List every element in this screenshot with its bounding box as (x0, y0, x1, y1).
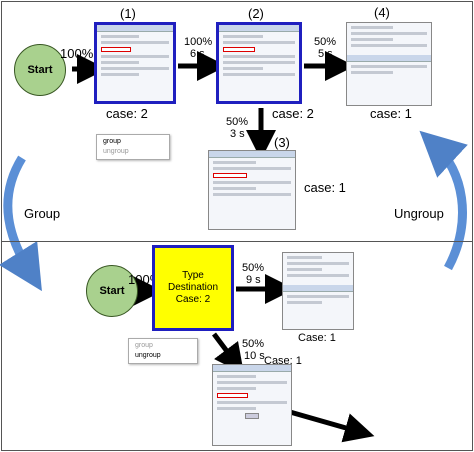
step-label-3: (3) (274, 135, 290, 150)
arrow-box-to-down (212, 332, 244, 374)
grouped-node-box: Type Destination Case: 2 (152, 245, 234, 331)
case-label-3: case: 1 (304, 180, 346, 195)
edge-time-right: 9 s (246, 274, 261, 286)
edge-pct-1-2: 100% (184, 36, 213, 48)
step-label-4: (4) (374, 5, 390, 20)
edge-pct-right: 50% (242, 262, 265, 274)
case-label-1: case: 2 (106, 106, 148, 121)
ungroup-label: Ungroup (394, 206, 444, 221)
screenshot-step-1 (94, 22, 176, 104)
edge-time-2-4: 5 s (318, 48, 333, 60)
box-line-2: Destination (167, 282, 219, 293)
start-label: Start (27, 64, 53, 76)
menu-item-ungroup[interactable]: ungroup (103, 147, 163, 157)
edge-pct-2-4: 50% (314, 36, 337, 48)
box-line-1: Type (182, 270, 204, 281)
start-node-top: Start (14, 44, 66, 96)
box-line-3: Case: 2 (175, 294, 211, 305)
screenshot-bottom-down (212, 364, 292, 446)
edge-time-down: 10 s (244, 350, 265, 362)
screenshot-step-3 (208, 150, 296, 230)
edge-pct-down: 50% (242, 338, 265, 350)
menu-item-group[interactable]: group (103, 137, 163, 147)
context-menu-bottom[interactable]: group ungroup (128, 338, 198, 364)
step-label-2: (2) (248, 6, 264, 21)
start-label-bottom: Start (99, 285, 125, 297)
context-menu-top[interactable]: group ungroup (96, 134, 170, 160)
menu-item-group-bottom[interactable]: group (135, 341, 191, 351)
edge-time-1-2: 6 s (190, 48, 205, 60)
edge-time-2-3: 3 s (230, 128, 245, 140)
case-label-bottom-right: Case: 1 (298, 332, 336, 344)
screenshot-bottom-right (282, 252, 354, 330)
screenshot-step-4 (346, 22, 432, 106)
case-label-4: case: 1 (370, 106, 412, 121)
screenshot-step-2 (216, 22, 302, 104)
step-label-1: (1) (120, 6, 136, 21)
edge-pct-2-3: 50% (226, 116, 249, 128)
case-label-2: case: 2 (272, 106, 314, 121)
menu-item-ungroup-bottom[interactable]: ungroup (135, 351, 191, 361)
arrow-down-shot-out (289, 409, 375, 443)
section-divider (2, 241, 472, 242)
edge-label-start-top: 100% (60, 46, 94, 61)
group-label: Group (24, 206, 61, 221)
